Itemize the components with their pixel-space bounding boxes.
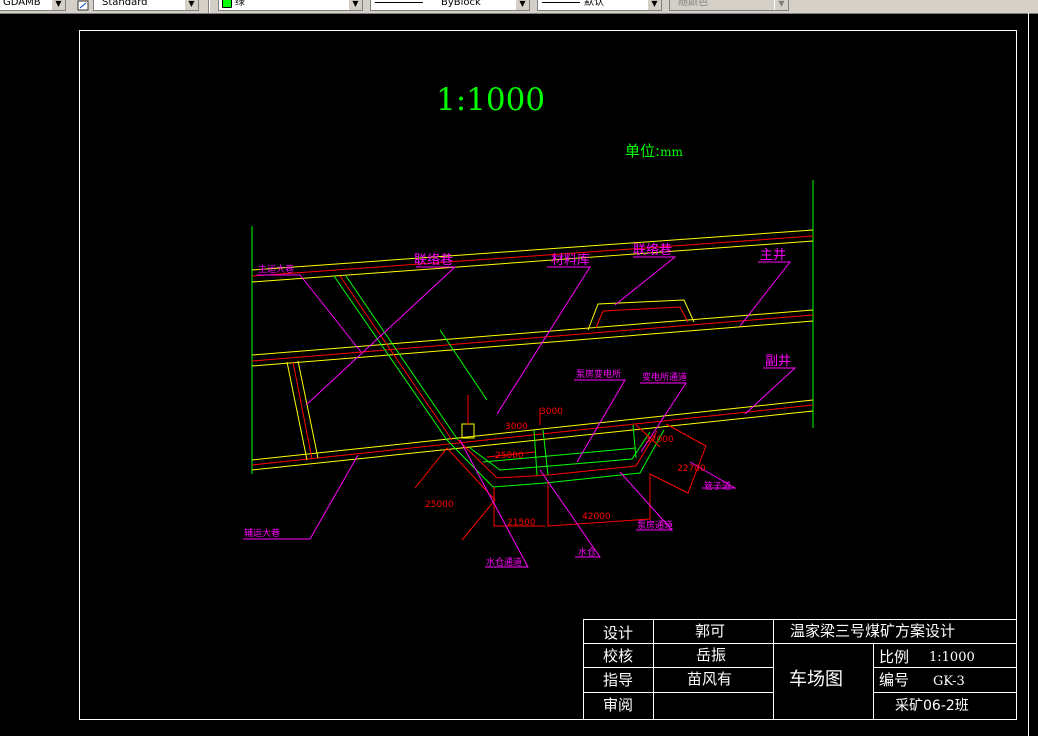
unit-suffix: mm [660, 145, 683, 159]
drawing-name: 车场图 [789, 669, 843, 690]
scale-value: 1:1000 [929, 650, 975, 665]
label-transport-roadway: 辅运大巷 [244, 527, 280, 539]
label-main-transport: 主运大巷 [258, 263, 294, 275]
dim-value: 37000 [645, 435, 674, 445]
dim-value: 21500 [507, 518, 536, 528]
label-substation-passage: 变电所通道 [642, 371, 687, 383]
label-pipe-shaft: 管子道 [704, 480, 731, 492]
label-sump: 水仓 [578, 546, 596, 558]
project-title: 温家梁三号煤矿方案设计 [790, 622, 956, 640]
label-main-shaft: 主井 [760, 248, 786, 263]
guide-label: 指导 [603, 671, 634, 689]
dim-value: 25000 [425, 500, 454, 510]
dim-value: 3000 [540, 407, 563, 417]
scale-label: 比例 [879, 648, 910, 666]
design-name: 郭可 [695, 622, 726, 640]
dim-value: 3000 [505, 422, 528, 432]
label-aux-shaft: 副井 [765, 354, 791, 369]
label-pump-substation: 泵房变电所 [576, 368, 621, 380]
vertical-link-roadway [286, 360, 319, 461]
check-label: 校核 [603, 647, 634, 665]
label-material-store: 材料库 [551, 252, 590, 268]
unit-label-text: 单位: [625, 142, 661, 160]
dim-value: 25000 [495, 451, 524, 461]
drawing-unit: 单位:mm [625, 141, 683, 162]
design-label: 设计 [603, 624, 634, 642]
dimension-values: 3000 3000 25000 37000 22700 25000 21500 … [425, 407, 706, 528]
check-name: 岳振 [696, 646, 727, 664]
label-pump-passage: 泵房通道 [637, 519, 673, 531]
review-label: 审阅 [603, 696, 634, 714]
label-sump-passage: 水仓通道 [486, 556, 522, 568]
main-transport-roadway [251, 229, 814, 283]
drawing-scale: 1:1000 [436, 82, 546, 118]
aux-transport-roadway [251, 399, 814, 471]
label-link-roadway-1: 联络巷 [414, 252, 453, 268]
title-block: 设计 郭可 温家梁三号煤矿方案设计 校核 岳振 比例 1:1000 指导 苗风有… [583, 619, 1017, 720]
main-shaft-roadway [251, 299, 814, 367]
guide-name: 苗风有 [687, 670, 733, 688]
label-link-roadway-2: 联络巷 [633, 242, 672, 258]
dim-value: 22700 [677, 464, 706, 474]
dim-value: 42000 [582, 512, 611, 522]
code-label: 编号 [879, 671, 910, 689]
class-name: 采矿06-2班 [895, 698, 969, 714]
code-value: GK-3 [933, 674, 965, 689]
